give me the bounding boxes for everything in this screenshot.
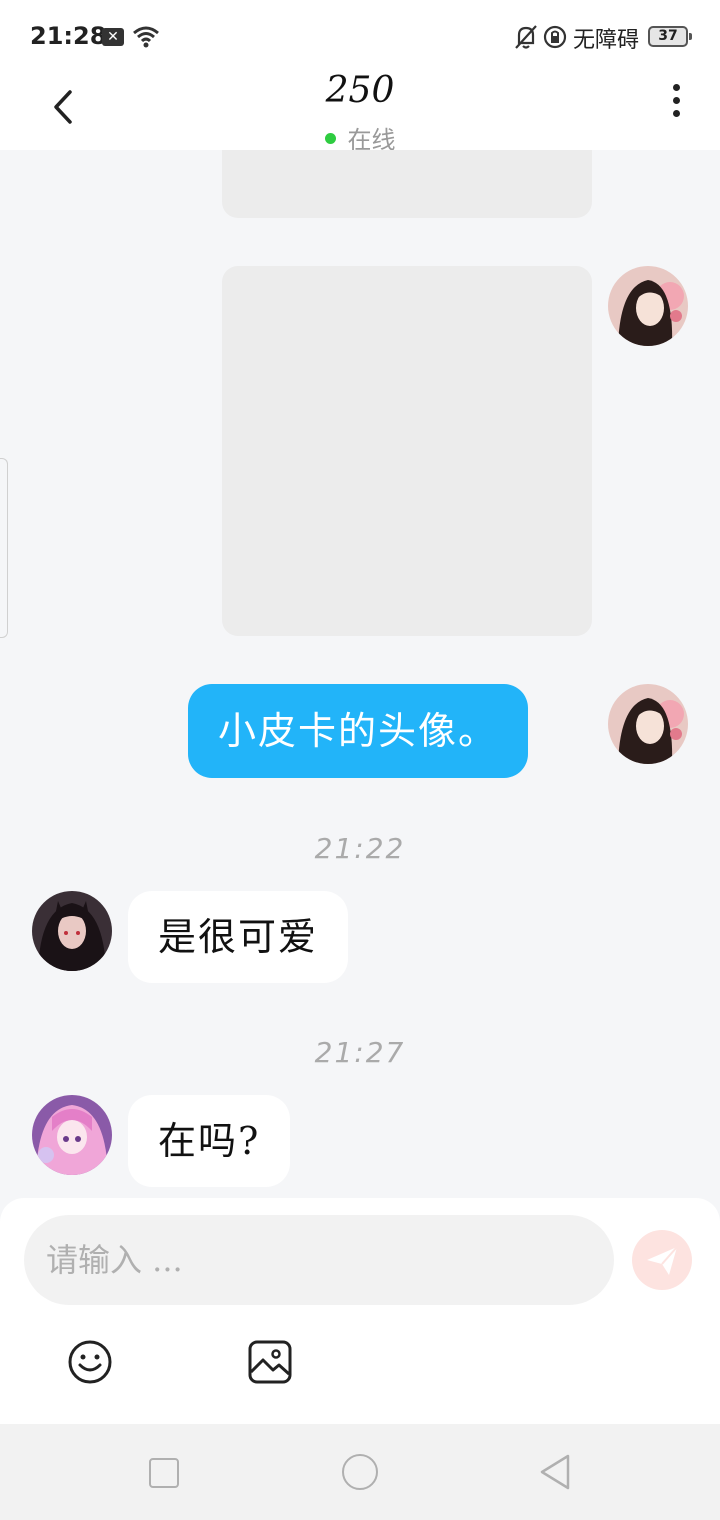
online-dot-icon [324,132,336,144]
user-avatar-icon [608,684,688,764]
rotation-lock-icon [543,25,567,49]
more-vertical-icon [660,82,692,117]
emoji-button[interactable] [66,1338,114,1386]
chat-messages[interactable]: 小皮卡的头像。 21:22 是很可爱 21:27 在吗? [0,150,720,1200]
message-input[interactable] [24,1215,614,1305]
nav-back-icon[interactable] [538,1452,574,1492]
home-button[interactable] [342,1454,378,1490]
status-bar: 21:28 ✕ 无障碍 37 [0,0,720,70]
recent-apps-button[interactable] [149,1458,179,1488]
avatar[interactable] [32,891,112,971]
status-time: 21:28 [30,22,107,50]
bell-off-icon [515,25,537,49]
image-button[interactable] [246,1338,294,1386]
side-drawer-handle[interactable] [0,458,8,638]
message-timestamp: 21:27 [314,1036,406,1069]
message-timestamp: 21:22 [314,832,406,865]
emoji-icon [68,1340,112,1384]
outgoing-message-bubble[interactable]: 小皮卡的头像。 [188,684,529,778]
chat-title: 250 [325,70,395,111]
send-icon [647,1246,678,1275]
contact-avatar-icon [32,891,112,971]
avatar[interactable] [608,266,688,346]
image-message-placeholder[interactable] [222,150,592,218]
send-button[interactable] [632,1230,692,1290]
avatar[interactable] [608,684,688,764]
input-panel [0,1198,720,1424]
incoming-message-bubble[interactable]: 是很可爱 [128,891,349,983]
image-icon [248,1340,292,1384]
battery-indicator: 37 [648,26,692,47]
avatar[interactable] [32,1095,112,1175]
user-avatar-icon [608,266,688,346]
incoming-message-bubble[interactable]: 在吗? [128,1095,291,1187]
contact-avatar-icon [32,1095,112,1175]
wifi-icon [133,26,159,48]
chat-header: 250 在线 [0,70,720,154]
image-message-placeholder[interactable] [222,266,592,636]
accessibility-label: 无障碍 [573,28,640,53]
more-button[interactable] [660,82,692,122]
system-nav-bar [0,1424,720,1520]
x-box-icon: ✕ [102,28,124,46]
